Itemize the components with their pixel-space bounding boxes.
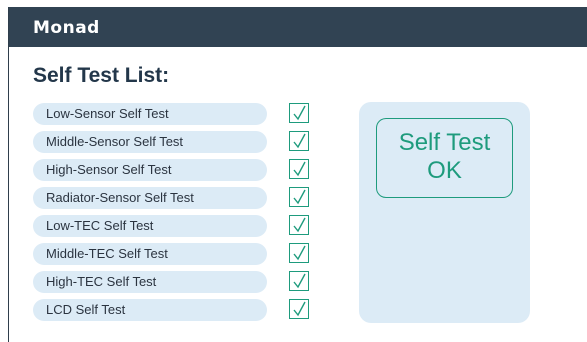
self-test-row: Middle-Sensor Self Test [33,131,313,159]
checkbox[interactable] [289,159,309,179]
checkmark-icon [293,105,306,121]
checkbox[interactable] [289,215,309,235]
self-test-label: Low-TEC Self Test [33,215,267,237]
checkbox[interactable] [289,299,309,319]
checkbox[interactable] [289,243,309,263]
self-test-label: High-TEC Self Test [33,271,267,293]
app-title: Monad [33,18,100,38]
result-line-1: Self Test [398,129,491,156]
checkmark-icon [293,161,306,177]
self-test-row: Low-TEC Self Test [33,215,313,243]
self-test-label: LCD Self Test [33,299,267,321]
self-test-row: High-Sensor Self Test [33,159,313,187]
checkbox[interactable] [289,271,309,291]
page-title: Self Test List: [33,64,170,87]
self-test-row: High-TEC Self Test [33,271,313,299]
checkbox[interactable] [289,131,309,151]
self-test-row: Middle-TEC Self Test [33,243,313,271]
title-bar: Monad [9,7,587,47]
self-test-list: Low-Sensor Self Test Middle-Sensor Self … [33,103,313,327]
result-panel: Self Test OK [359,102,530,323]
checkmark-icon [293,301,306,317]
result-line-2: OK [427,157,462,184]
checkmark-icon [293,273,306,289]
self-test-label: Middle-TEC Self Test [33,243,267,265]
checkbox[interactable] [289,187,309,207]
self-test-row: LCD Self Test [33,299,313,327]
self-test-label: Low-Sensor Self Test [33,103,267,125]
app-window: Monad Self Test List: Low-Sensor Self Te… [8,7,587,342]
checkmark-icon [293,133,306,149]
self-test-label: Radiator-Sensor Self Test [33,187,267,209]
checkmark-icon [293,245,306,261]
checkmark-icon [293,217,306,233]
self-test-row: Radiator-Sensor Self Test [33,187,313,215]
checkmark-icon [293,189,306,205]
self-test-result: Self Test OK [376,118,513,198]
self-test-label: Middle-Sensor Self Test [33,131,267,153]
checkbox[interactable] [289,103,309,123]
self-test-label: High-Sensor Self Test [33,159,267,181]
self-test-row: Low-Sensor Self Test [33,103,313,131]
